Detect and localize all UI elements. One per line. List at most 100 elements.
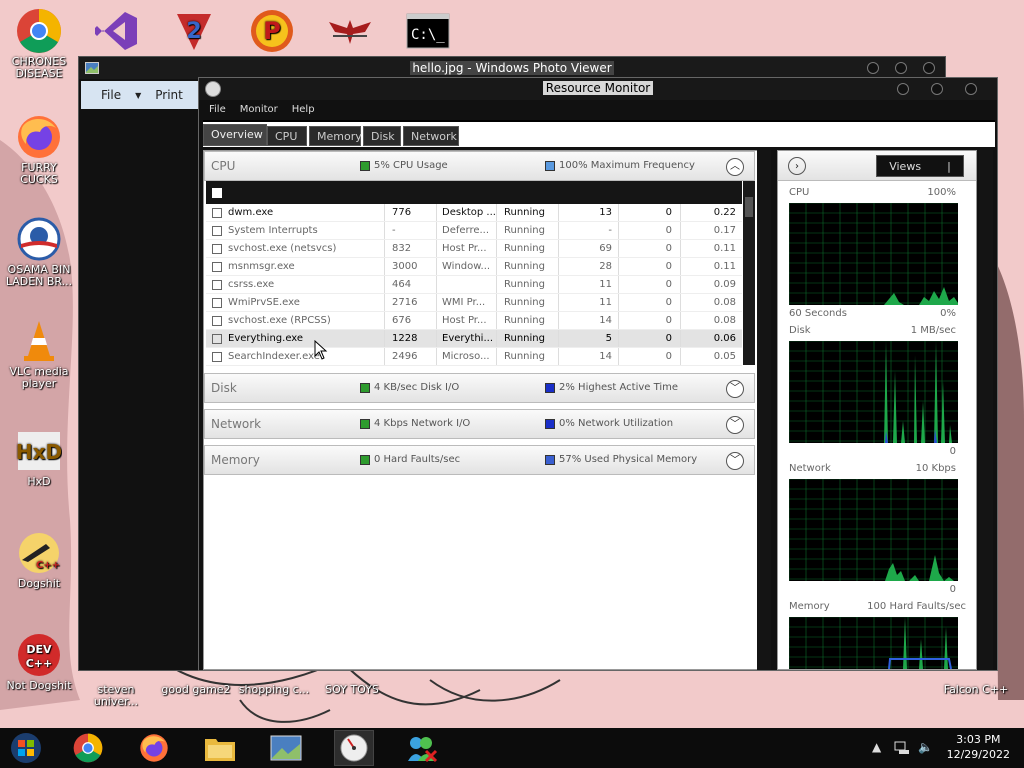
clock[interactable]: 3:03 PM 12/29/2022 [947,732,1010,762]
vlc-cone-icon [24,321,54,361]
close-button[interactable] [923,62,935,74]
photo-viewer-titlebar[interactable]: hello.jpg - Windows Photo Viewer [79,57,945,79]
show-hidden-icons-icon[interactable]: ▲ [872,740,881,754]
row-checkbox[interactable] [212,280,222,290]
desktop-icon-soy-toys[interactable]: SOY TOYS [316,684,388,696]
menu-help[interactable]: Help [292,104,315,115]
desktop-icon-label: FURRY CUCKS [20,161,58,186]
desktop-icon-arstotzka[interactable] [314,8,386,56]
desktop-icon-shopping[interactable]: shopping c... [238,684,310,696]
chevron-down-icon[interactable]: ﹀ [726,380,744,398]
cell-status: Running [504,315,545,326]
desktop-icon-visual-studio[interactable] [80,8,152,56]
chevron-right-icon[interactable]: › [788,157,806,175]
network-io-stat: 4 Kbps Network I/O [360,418,470,429]
print-menu[interactable]: Print [155,88,183,102]
desktop-icon-chrome[interactable]: CHRONES DISEASE [3,8,75,80]
taskbar-photo-viewer[interactable] [266,730,306,766]
memory-section-header[interactable]: Memory 0 Hard Faults/sec 57% Used Physic… [204,445,755,475]
desktop-icon-firefox[interactable]: FURRY CUCKS [3,114,75,186]
taskbar-file-explorer[interactable] [200,730,240,766]
desktop-icon-label: VLC media player [9,365,69,390]
views-button[interactable]: Views | [876,155,964,177]
desktop-icon-command-prompt[interactable]: C:\_ [392,8,464,56]
resource-monitor-titlebar[interactable]: Resource Monitor [199,78,997,100]
desktop-icon-falcon-cpp[interactable]: Falcon C++ [938,684,1014,696]
row-checkbox[interactable] [212,352,222,362]
overview-scrollbar[interactable] [757,150,771,670]
desktop-icon-good-game[interactable]: good game2 [160,684,232,696]
minimize-button[interactable] [867,62,879,74]
tab-overview[interactable]: Overview [203,124,267,146]
close-button[interactable] [965,83,977,95]
tab-memory[interactable]: Memory [309,126,362,146]
desktop-icon-steven-universe[interactable]: steven univer... [86,684,146,708]
taskbar-resource-monitor[interactable] [334,730,374,766]
table-row[interactable]: SearchIndexer.exe 2496 Microso... Running 14… [206,348,742,366]
maximize-button[interactable] [931,83,943,95]
resource-monitor-icon [340,734,368,762]
row-checkbox[interactable] [212,334,222,344]
minimize-button[interactable] [897,83,909,95]
taskbar-network-users[interactable] [402,730,442,766]
row-checkbox[interactable] [212,316,222,326]
taskbar-chrome[interactable] [68,730,108,766]
cell-pid: 2716 [392,297,418,308]
cell-desc: Window... [442,261,491,272]
chevron-up-icon[interactable]: ︿ [726,158,744,176]
table-header[interactable] [206,181,742,204]
row-checkbox[interactable] [212,244,222,254]
tab-disk[interactable]: Disk [363,126,401,146]
row-checkbox[interactable] [212,208,222,218]
row-checkbox[interactable] [212,226,222,236]
network-section-header[interactable]: Network 4 Kbps Network I/O 0% Network Ut… [204,409,755,439]
chevron-down-icon[interactable]: ﹀ [726,416,744,434]
desktop-icon-obama[interactable]: OSAMA BIN LADEN BR... [3,216,75,288]
cell-pid: 776 [392,207,412,218]
network-status-icon[interactable] [894,740,910,757]
table-row[interactable]: csrss.exe 464 Running 11 0 0.09 [206,276,742,294]
taskbar-firefox[interactable] [134,730,174,766]
resource-monitor-window[interactable]: Resource Monitor File Monitor Help Overv… [198,77,998,671]
maximize-button[interactable] [895,62,907,74]
cpu-graph [789,203,958,305]
row-checkbox[interactable] [212,298,222,308]
svg-text:2: 2 [186,19,201,44]
chevron-down-icon[interactable]: ﹀ [726,452,744,470]
table-row[interactable]: Everything.exe 1228 Everythi... Running 5 0 0.… [206,330,742,348]
row-checkbox[interactable] [212,262,222,272]
tab-cpu[interactable]: CPU [267,126,307,146]
cell-threads: 69 [599,243,612,254]
graph-disk-max: 1 MB/sec [910,325,956,336]
desktop-icon-pepsi-p[interactable]: P [236,8,308,56]
cell-image: SearchIndexer.exe [228,351,320,362]
table-row[interactable]: svchost.exe (RPCSS) 676 Host Pr... Running 1… [206,312,742,330]
cell-desc: Deferre... [442,225,490,236]
tab-network[interactable]: Network [403,126,459,146]
desktop-icon-codeblocks[interactable]: C++ Dogshit [3,530,75,590]
desktop-icon-dev-cpp[interactable]: DEV C++ Not Dogshit [3,632,75,692]
chrome-icon [73,733,103,763]
desktop-icon-vlc[interactable]: VLC media player [3,318,75,390]
menu-file[interactable]: File [209,104,226,115]
graphs-scrollbar[interactable] [979,150,993,670]
cpu-section-header[interactable]: CPU 5% CPU Usage 100% Maximum Frequency … [204,151,755,181]
select-all-checkbox[interactable] [212,188,222,198]
table-row[interactable]: System Interrupts - Deferre... Running - 0 0.1… [206,222,742,240]
section-title: CPU [211,159,236,173]
menu-monitor[interactable]: Monitor [240,104,278,115]
desktop-icon-ravenfield[interactable]: 2 [158,8,230,56]
file-menu[interactable]: File [101,88,121,102]
table-row[interactable]: WmiPrvSE.exe 2716 WMI Pr... Running 11 0 0.08 [206,294,742,312]
table-row[interactable]: dwm.exe 776 Desktop ... Running 13 0 0.22 [206,204,742,222]
table-scrollbar[interactable] [743,181,755,365]
table-row[interactable]: svchost.exe (netsvcs) 832 Host Pr... Runnin… [206,240,742,258]
desktop-icon-hxd[interactable]: HxD HxD [3,428,75,488]
table-row[interactable]: msnmsgr.exe 3000 Window... Running 28 0 0.11 [206,258,742,276]
disk-section-header[interactable]: Disk 4 KB/sec Disk I/O 2% Highest Active… [204,373,755,403]
start-button[interactable] [6,730,46,766]
file-explorer-icon [205,739,235,761]
chevron-down-icon[interactable]: ▼ [135,91,141,100]
cell-cpu: 0 [665,207,672,218]
volume-icon[interactable]: 🔈 [918,740,933,754]
